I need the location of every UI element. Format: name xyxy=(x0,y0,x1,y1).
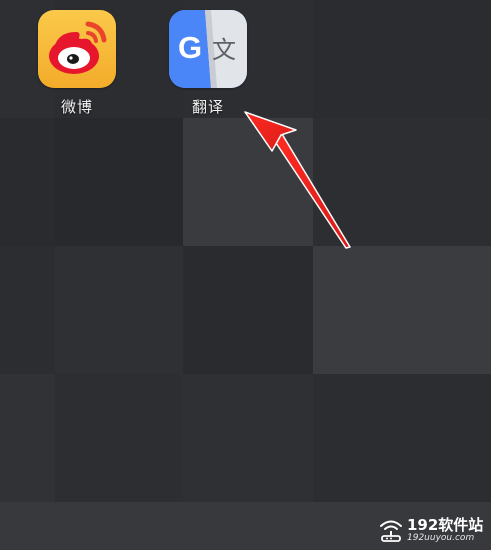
watermark: 192软件站 192uuyou.com xyxy=(375,514,487,548)
watermark-url: 192uuyou.com xyxy=(407,533,475,543)
red-arrow-annotation xyxy=(244,111,351,249)
watermark-name: 192软件站 xyxy=(407,516,484,534)
wifi-router-icon xyxy=(380,520,402,542)
